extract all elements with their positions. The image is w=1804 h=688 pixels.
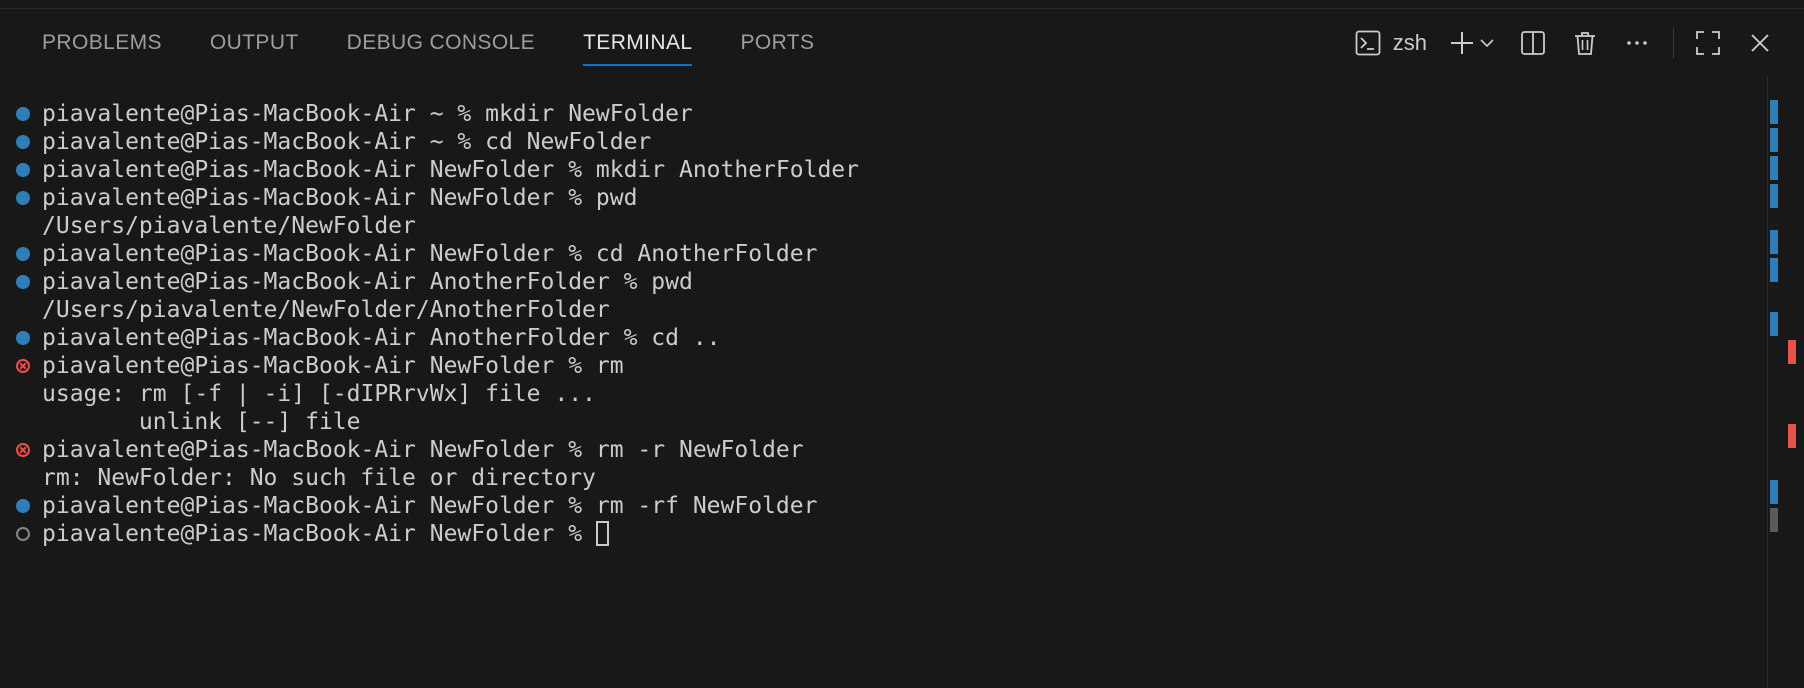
maximize-icon [1695, 30, 1721, 56]
command-error-icon[interactable] [16, 443, 30, 457]
command-success-icon[interactable] [16, 191, 30, 205]
new-terminal-button[interactable] [1449, 23, 1495, 63]
terminal-line: unlink [--] file [42, 409, 361, 435]
command-success-icon[interactable] [16, 331, 30, 345]
command-success-icon[interactable] [16, 247, 30, 261]
trash-icon [1572, 30, 1598, 56]
split-terminal-button[interactable] [1513, 23, 1553, 63]
overview-ruler-mark [1770, 230, 1778, 254]
overview-ruler-mark [1770, 480, 1778, 504]
overview-ruler-mark [1770, 258, 1778, 282]
terminal-line: piavalente@Pias-MacBook-Air NewFolder % … [0, 184, 859, 212]
toolbar-separator [1673, 28, 1674, 58]
close-icon [1748, 31, 1772, 55]
command-success-icon[interactable] [16, 163, 30, 177]
terminal-output[interactable]: piavalente@Pias-MacBook-Air ~ % mkdir Ne… [0, 100, 859, 548]
chevron-down-icon[interactable] [1479, 35, 1495, 51]
terminal-line: piavalente@Pias-MacBook-Air NewFolder % … [0, 352, 859, 380]
overview-ruler-mark [1770, 128, 1778, 152]
panel-top-border [0, 0, 1804, 9]
command-success-icon[interactable] [16, 499, 30, 513]
more-actions-button[interactable] [1617, 23, 1657, 63]
tab-problems[interactable]: PROBLEMS [0, 10, 186, 76]
command-success-icon[interactable] [16, 107, 30, 121]
overview-ruler-mark [1770, 184, 1778, 208]
terminal-line: piavalente@Pias-MacBook-Air NewFolder % … [0, 240, 859, 268]
command-pending-icon [16, 527, 30, 541]
terminal-line: rm: NewFolder: No such file or directory [42, 465, 596, 491]
tab-debug-console[interactable]: DEBUG CONSOLE [323, 10, 559, 76]
terminal-line: piavalente@Pias-MacBook-Air AnotherFolde… [0, 268, 859, 296]
terminal-cursor [595, 521, 609, 546]
terminal-scrollbar[interactable] [1767, 76, 1804, 688]
panel-tabs: PROBLEMS OUTPUT DEBUG CONSOLE TERMINAL P… [0, 10, 838, 76]
tab-ports[interactable]: PORTS [716, 10, 838, 76]
overview-ruler-mark [1770, 508, 1778, 532]
terminal-line: piavalente@Pias-MacBook-Air NewFolder % … [0, 492, 859, 520]
terminal-line: piavalente@Pias-MacBook-Air ~ % cd NewFo… [0, 128, 859, 156]
terminal-line: piavalente@Pias-MacBook-Air NewFolder % … [0, 436, 859, 464]
terminal-icon [1355, 30, 1381, 56]
close-panel-button[interactable] [1740, 23, 1780, 63]
plus-icon [1449, 30, 1475, 56]
shell-label: zsh [1392, 30, 1427, 55]
terminal-prompt-line[interactable]: piavalente@Pias-MacBook-Air NewFolder % [0, 520, 859, 548]
overview-ruler-mark [1788, 424, 1796, 448]
terminal-line: piavalente@Pias-MacBook-Air ~ % mkdir Ne… [0, 100, 859, 128]
overview-ruler-mark [1770, 312, 1778, 336]
terminal-view[interactable]: piavalente@Pias-MacBook-Air ~ % mkdir Ne… [0, 76, 1804, 688]
terminal-line: piavalente@Pias-MacBook-Air AnotherFolde… [0, 324, 859, 352]
more-icon [1624, 30, 1650, 56]
command-error-icon[interactable] [16, 359, 30, 373]
terminal-line: /Users/piavalente/NewFolder/AnotherFolde… [42, 297, 610, 323]
terminal-line: /Users/piavalente/NewFolder [42, 213, 416, 239]
command-success-icon[interactable] [16, 275, 30, 289]
overview-ruler-mark [1770, 156, 1778, 180]
terminal-toolbar: zsh [1345, 10, 1804, 76]
maximize-panel-button[interactable] [1688, 23, 1728, 63]
tab-output[interactable]: OUTPUT [186, 10, 323, 76]
kill-terminal-button[interactable] [1565, 23, 1605, 63]
overview-ruler-mark [1770, 100, 1778, 124]
terminal-line: usage: rm [-f | -i] [-dIPRrvWx] file ... [42, 381, 596, 407]
split-icon [1520, 30, 1546, 56]
command-success-icon[interactable] [16, 135, 30, 149]
tab-terminal[interactable]: TERMINAL [559, 10, 716, 76]
terminal-shell-button[interactable]: zsh [1345, 23, 1437, 63]
overview-ruler-mark [1788, 340, 1796, 364]
terminal-line: piavalente@Pias-MacBook-Air NewFolder % … [0, 156, 859, 184]
